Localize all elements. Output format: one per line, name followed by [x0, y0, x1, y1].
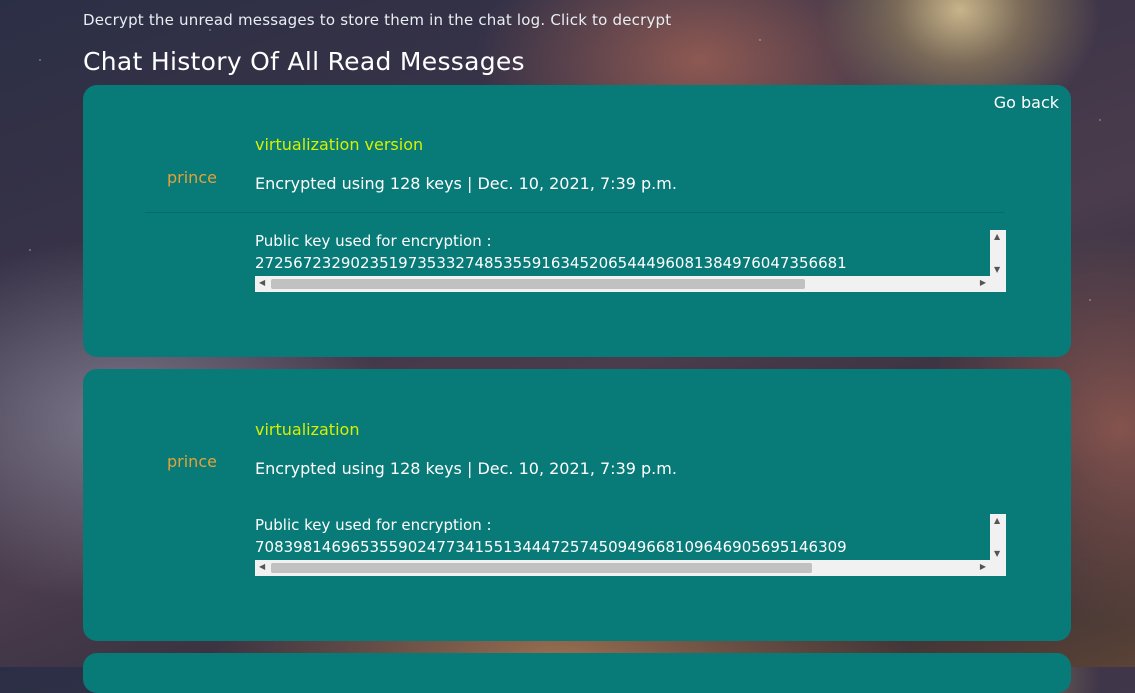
go-back-link[interactable]: Go back — [994, 93, 1059, 112]
scroll-down-icon[interactable]: ▼ — [994, 549, 1000, 558]
public-key-text[interactable]: Public key used for encryption : 2725672… — [255, 230, 990, 276]
message-sender: prince — [167, 452, 217, 471]
message-card: Go back virtualization version prince En… — [83, 85, 1071, 357]
scroll-right-icon[interactable]: ▶ — [980, 278, 986, 287]
message-meta: Encrypted using 128 keys | Dec. 10, 2021… — [255, 174, 677, 193]
public-key-box[interactable]: Public key used for encryption : 7083981… — [255, 514, 1006, 576]
scrollbar-thumb[interactable] — [271, 563, 812, 573]
message-meta: Encrypted using 128 keys | Dec. 10, 2021… — [255, 459, 677, 478]
public-key-value: 7083981469653559024773415513444725745094… — [255, 538, 847, 556]
message-card: virtualization prince Encrypted using 12… — [83, 369, 1071, 641]
message-card — [83, 653, 1071, 693]
horizontal-scrollbar[interactable]: ◀ ▶ — [255, 276, 1006, 292]
scroll-left-icon[interactable]: ◀ — [259, 562, 265, 571]
scroll-right-icon[interactable]: ▶ — [980, 562, 986, 571]
message-subject: virtualization version — [255, 135, 424, 154]
public-key-value: 2725672329023519735332748535591634520654… — [255, 254, 847, 272]
public-key-text[interactable]: Public key used for encryption : 7083981… — [255, 514, 990, 560]
public-key-label: Public key used for encryption : — [255, 232, 492, 250]
page-title: Chat History Of All Read Messages — [83, 47, 525, 76]
public-key-box[interactable]: Public key used for encryption : 2725672… — [255, 230, 1006, 292]
vertical-scrollbar[interactable]: ▲ ▼ — [990, 230, 1006, 276]
scroll-down-icon[interactable]: ▼ — [994, 265, 1000, 274]
scroll-left-icon[interactable]: ◀ — [259, 278, 265, 287]
vertical-scrollbar[interactable]: ▲ ▼ — [990, 514, 1006, 560]
message-subject: virtualization — [255, 420, 360, 439]
message-sender: prince — [167, 168, 217, 187]
horizontal-scrollbar[interactable]: ◀ ▶ — [255, 560, 1006, 576]
scroll-up-icon[interactable]: ▲ — [994, 516, 1000, 525]
public-key-label: Public key used for encryption : — [255, 516, 492, 534]
scroll-up-icon[interactable]: ▲ — [994, 232, 1000, 241]
decrypt-instruction[interactable]: Decrypt the unread messages to store the… — [83, 11, 671, 29]
scrollbar-thumb[interactable] — [271, 279, 805, 289]
divider — [145, 212, 1005, 213]
